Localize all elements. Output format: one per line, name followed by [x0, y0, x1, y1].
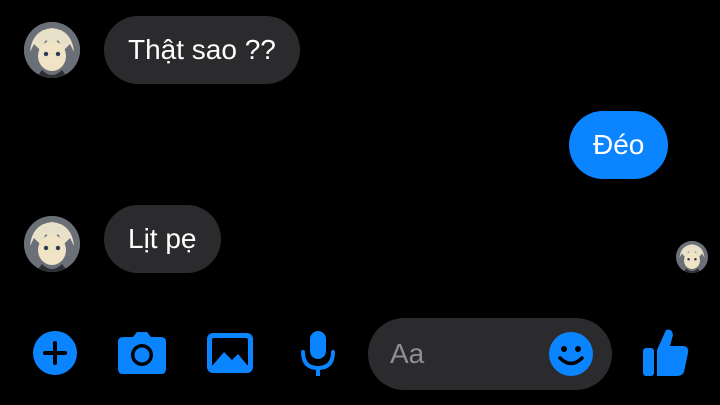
message-bubble-incoming[interactable]: Thật sao ??	[104, 16, 300, 84]
gallery-button[interactable]	[206, 332, 254, 374]
plus-icon	[33, 331, 77, 375]
message-composer[interactable]	[368, 318, 612, 390]
message-bubble-outgoing[interactable]: Đéo	[569, 111, 669, 179]
read-receipt-avatar	[676, 241, 708, 273]
avatar-image	[24, 22, 80, 78]
avatar-image	[24, 216, 80, 272]
voice-button[interactable]	[300, 330, 336, 378]
avatar-image	[676, 241, 708, 273]
image-icon	[207, 333, 253, 373]
microphone-icon	[301, 331, 335, 376]
camera-button[interactable]	[117, 331, 167, 375]
thumbs-up-icon	[643, 329, 689, 376]
message-input[interactable]	[390, 318, 550, 390]
message-bubble-incoming[interactable]: Lịt pẹ	[104, 205, 221, 273]
contact-avatar[interactable]	[24, 22, 80, 78]
emoji-icon	[549, 332, 593, 376]
contact-avatar[interactable]	[24, 216, 80, 272]
like-button[interactable]	[642, 326, 690, 378]
camera-icon	[118, 332, 166, 374]
emoji-button[interactable]	[548, 331, 594, 377]
add-button[interactable]	[32, 330, 78, 376]
